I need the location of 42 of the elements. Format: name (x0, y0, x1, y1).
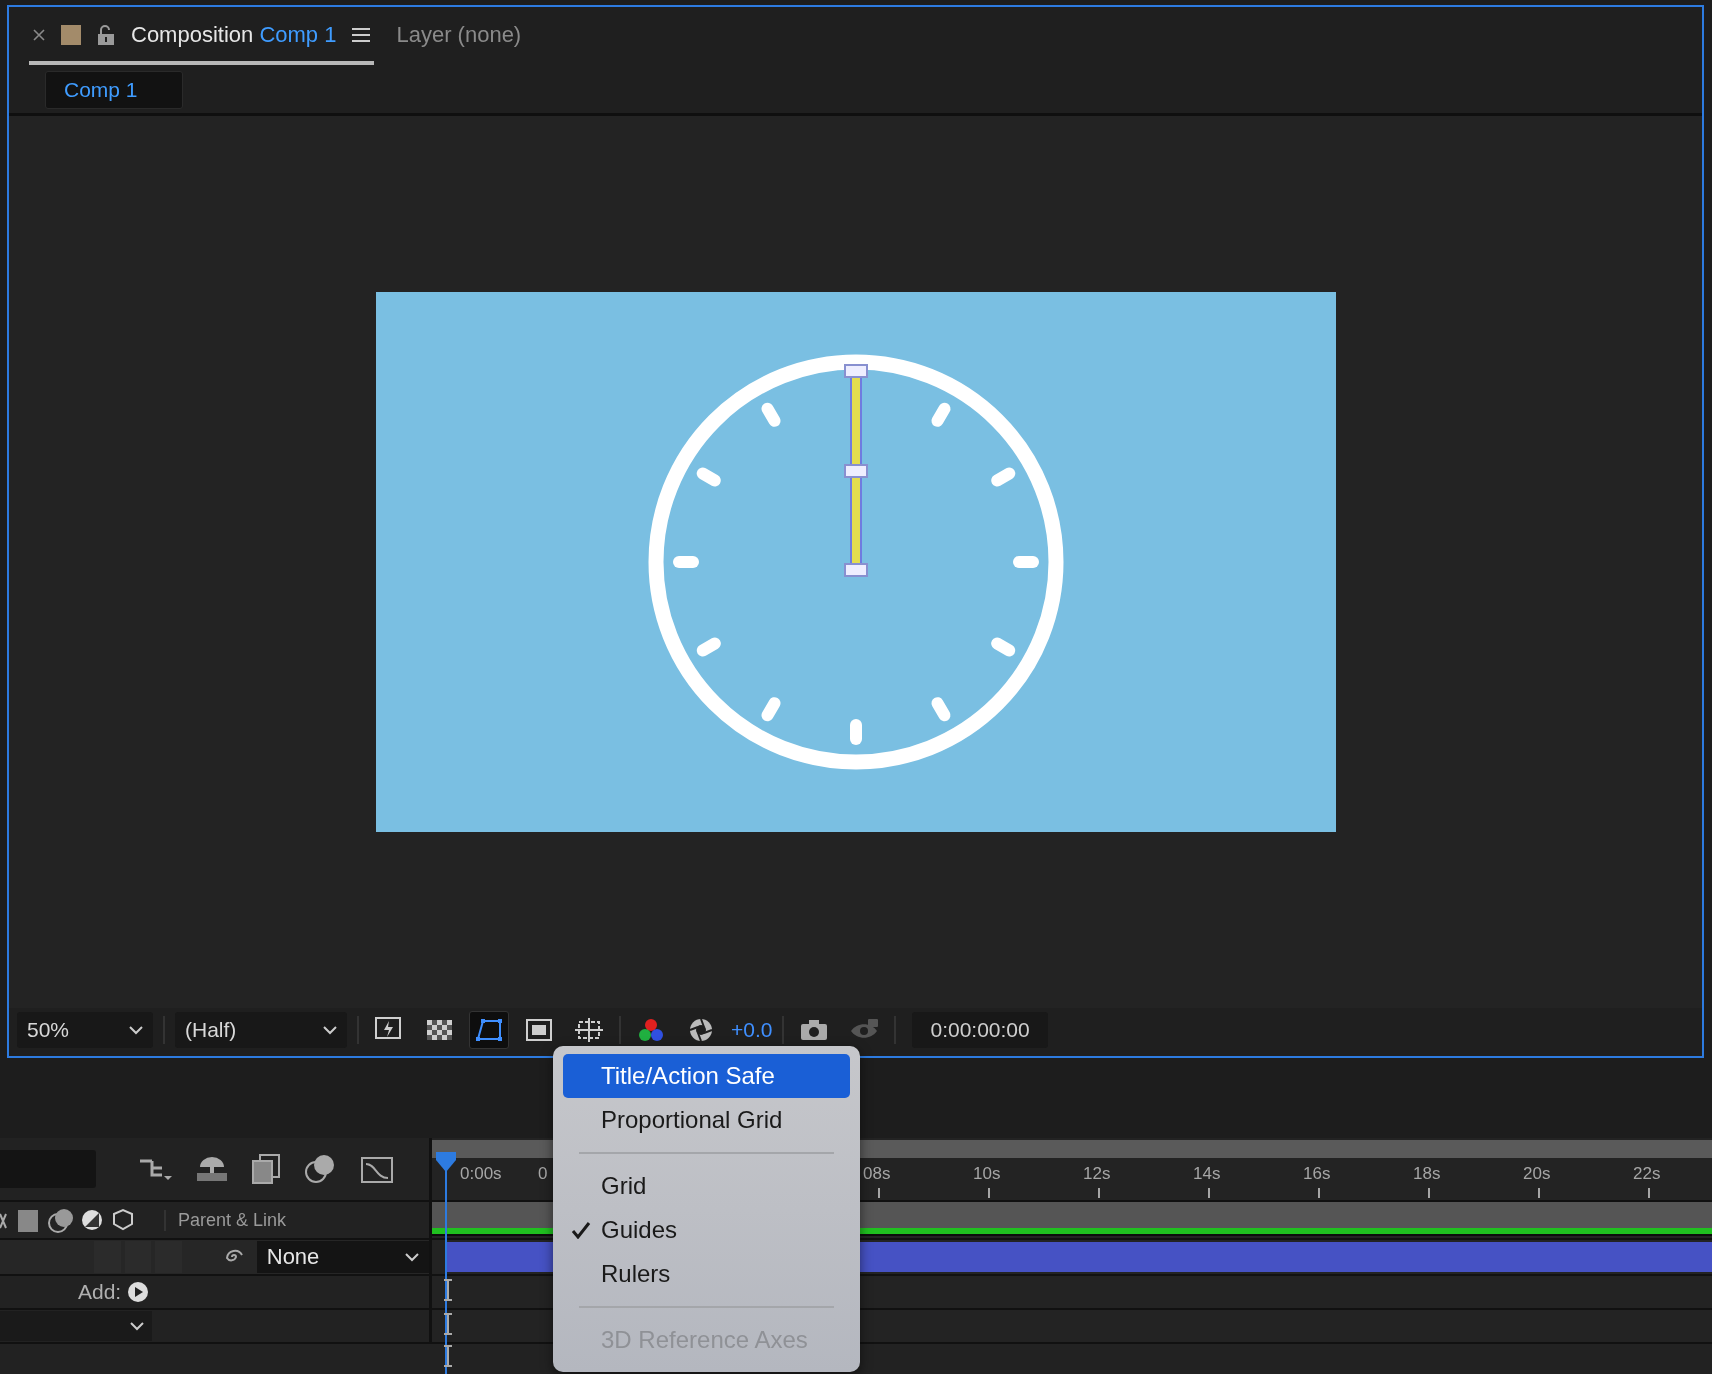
switch-box[interactable] (124, 1241, 152, 1273)
time-ruler-label: 12s (1083, 1164, 1111, 1184)
parent-dropdown[interactable]: None (256, 1241, 429, 1273)
chevron-down-icon (129, 1025, 143, 1035)
play-circle-icon[interactable] (127, 1281, 150, 1303)
time-ruler-label: 20s (1523, 1164, 1551, 1184)
menu-item[interactable]: Rulers (563, 1252, 850, 1296)
chevron-down-icon (405, 1252, 419, 1262)
menu-item[interactable]: Title/Action Safe (563, 1054, 850, 1098)
chevron-down-icon (130, 1321, 144, 1331)
resolution-dropdown[interactable]: (Half) (175, 1012, 347, 1048)
region-icon (526, 1019, 552, 1041)
timecode-display[interactable]: 0:00:00:00 (912, 1012, 1048, 1048)
close-icon[interactable] (33, 29, 45, 41)
time-ruler-label: 18s (1413, 1164, 1441, 1184)
mask-path-icon (474, 1017, 504, 1043)
time-ruler-label: 14s (1193, 1164, 1221, 1184)
composition-tab[interactable]: Comp 1 (45, 71, 183, 109)
unlocked-padlock-icon[interactable] (97, 25, 115, 45)
menu-item[interactable]: Grid (563, 1164, 850, 1208)
checkerboard-icon (426, 1019, 452, 1041)
time-ruler-label: 22s (1633, 1164, 1661, 1184)
playhead-marker[interactable] (434, 1152, 458, 1374)
exposure-value[interactable]: +0.0 (731, 1018, 773, 1042)
grid-guides-icon (575, 1018, 603, 1042)
color-swatch-icon (61, 25, 81, 45)
column-header: Parent & Link (164, 1209, 287, 1231)
zoom-dropdown[interactable]: 50% (17, 1012, 153, 1048)
time-ruler-label: 10s (973, 1164, 1001, 1184)
panel-tab[interactable]: Layer (none) (392, 9, 526, 65)
time-ruler-label: 0 (538, 1164, 548, 1184)
menu-item[interactable]: Proportional Grid (563, 1098, 850, 1142)
time-ruler-label: 16s (1303, 1164, 1331, 1184)
time-ruler-label: 0:00s (460, 1164, 502, 1184)
switch-box[interactable] (94, 1241, 121, 1273)
menu-item[interactable]: Guides (563, 1208, 850, 1252)
menu-icon[interactable] (352, 27, 371, 43)
toolbar-toggle[interactable] (469, 1011, 509, 1049)
time-ruler-label: 08s (863, 1164, 891, 1184)
chevron-down-icon (323, 1025, 337, 1035)
switch-box[interactable] (155, 1241, 182, 1273)
add-label: Add: (78, 1280, 122, 1304)
